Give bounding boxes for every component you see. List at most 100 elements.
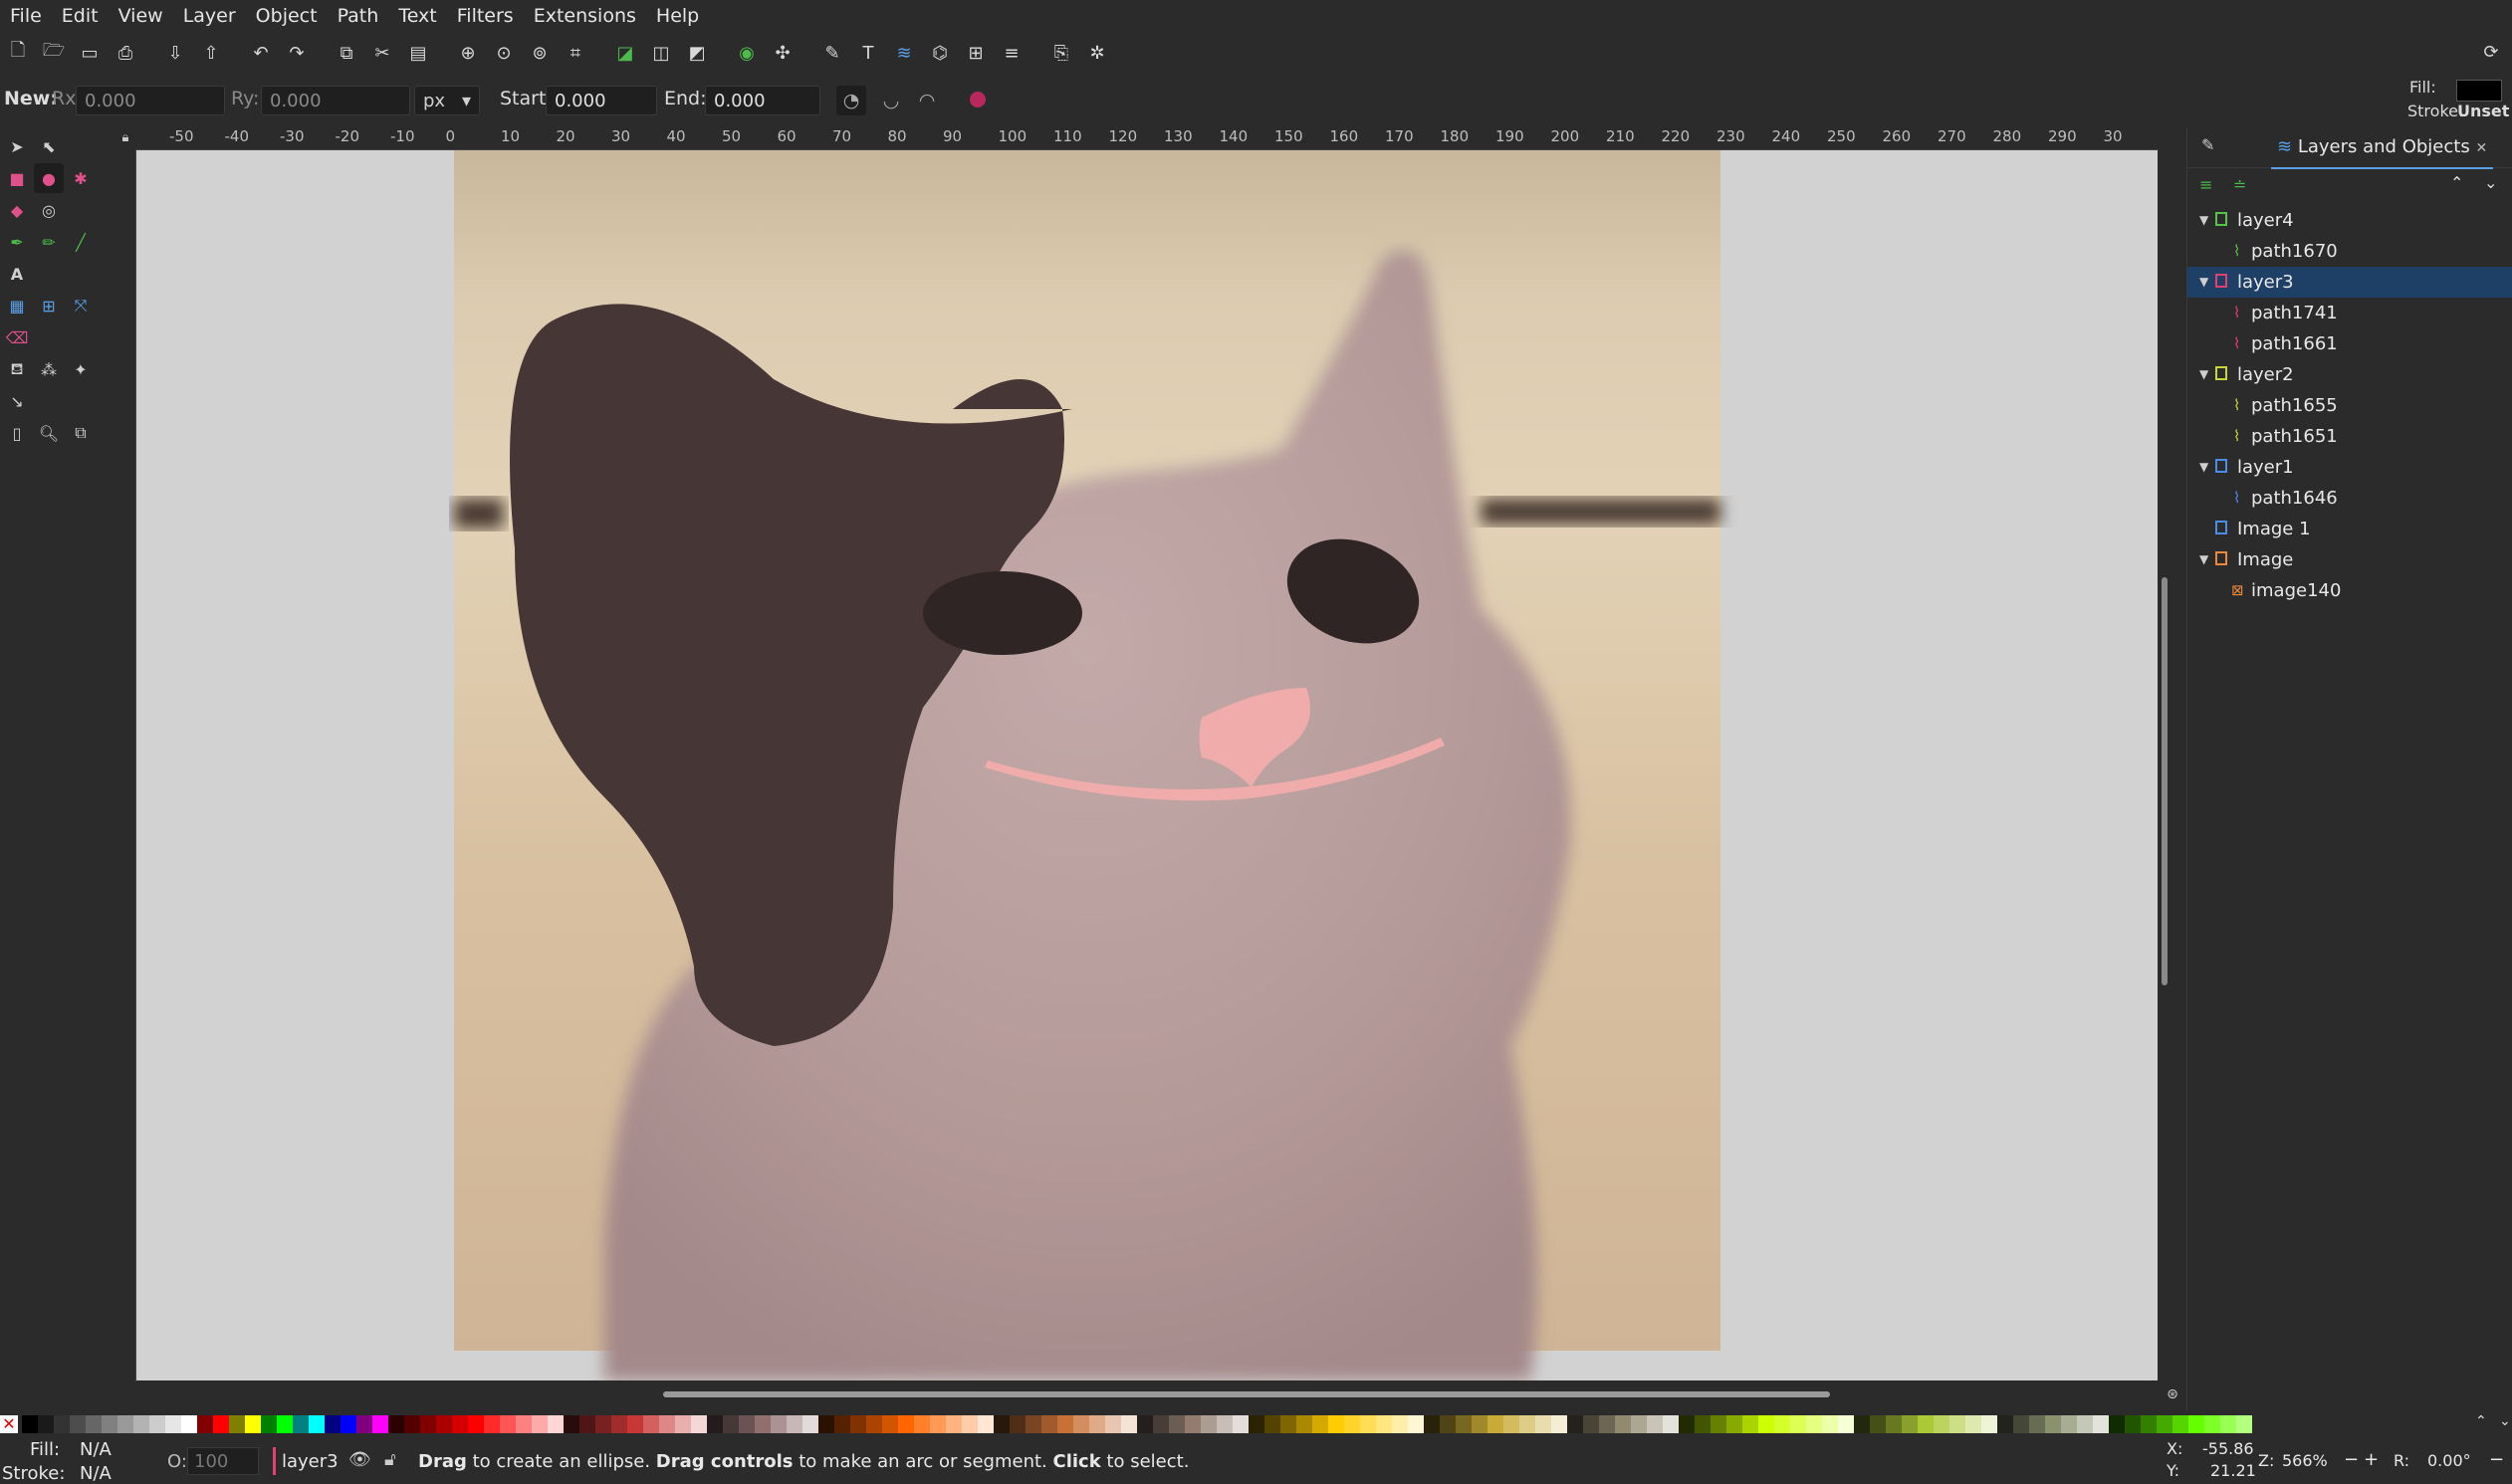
xml-editor-icon[interactable]: ⌬: [922, 35, 958, 71]
palette-swatch[interactable]: [2029, 1415, 2045, 1433]
tree-item-path1646[interactable]: ⌇ path1646: [2187, 483, 2512, 514]
palette-swatch[interactable]: [994, 1415, 1010, 1433]
palette-swatch[interactable]: [229, 1415, 245, 1433]
palette-swatch[interactable]: [1615, 1415, 1631, 1433]
expand-arrow-icon[interactable]: ▼: [2199, 359, 2208, 390]
zoom-page-width-icon[interactable]: ⌗: [558, 35, 593, 71]
tab-layers-objects[interactable]: ≋ Layers and Objects ✕: [2271, 127, 2494, 169]
palette-swatch[interactable]: [1599, 1415, 1615, 1433]
move-down-icon[interactable]: ⌄: [2484, 173, 2497, 192]
menu-text[interactable]: Text: [388, 5, 446, 27]
palette-swatch[interactable]: [595, 1415, 611, 1433]
palette-swatch[interactable]: [1997, 1415, 2013, 1433]
close-tab-icon[interactable]: ✕: [2475, 140, 2487, 156]
rotate-minus-icon[interactable]: −: [2489, 1449, 2504, 1470]
palette-swatch[interactable]: [70, 1415, 86, 1433]
palette-swatch[interactable]: [1201, 1415, 1217, 1433]
palette-swatch[interactable]: [675, 1415, 691, 1433]
palette-swatch[interactable]: [1806, 1415, 1822, 1433]
expand-arrow-icon[interactable]: ▼: [2199, 544, 2208, 575]
slice-type-icon[interactable]: ◔: [836, 86, 866, 115]
unit-select[interactable]: px ▾: [414, 86, 480, 115]
palette-swatch[interactable]: [1217, 1415, 1233, 1433]
palette-swatch[interactable]: [1010, 1415, 1026, 1433]
arc-type-icon[interactable]: ◡: [876, 86, 906, 115]
palette-swatch[interactable]: [787, 1415, 802, 1433]
palette-swatch[interactable]: [962, 1415, 978, 1433]
palette-swatch[interactable]: [1758, 1415, 1774, 1433]
palette-swatch[interactable]: [1981, 1415, 1997, 1433]
menu-filters[interactable]: Filters: [447, 5, 524, 27]
palette-swatch[interactable]: [2157, 1415, 2172, 1433]
palette-swatch[interactable]: [755, 1415, 771, 1433]
chord-type-icon[interactable]: ◠: [912, 86, 942, 115]
opacity-field[interactable]: 100: [187, 1447, 259, 1475]
palette-swatch[interactable]: [627, 1415, 643, 1433]
palette-swatch[interactable]: [1886, 1415, 1902, 1433]
palette-swatch[interactable]: [356, 1415, 372, 1433]
palette-swatch[interactable]: [1822, 1415, 1838, 1433]
zoom-drawing-icon[interactable]: ⊙: [486, 35, 522, 71]
fill-swatch[interactable]: [2456, 80, 2502, 102]
palette-swatch[interactable]: [1073, 1415, 1089, 1433]
palette-swatch[interactable]: [1854, 1415, 1870, 1433]
palette-swatch[interactable]: [1663, 1415, 1679, 1433]
zoom-value[interactable]: 566%: [2282, 1451, 2328, 1470]
path1651[interactable]: [923, 571, 1082, 655]
zoom-in-icon[interactable]: +: [2364, 1449, 2379, 1470]
palette-swatch[interactable]: [516, 1415, 532, 1433]
palette-swatch[interactable]: [1392, 1415, 1408, 1433]
tree-item-layer1[interactable]: ▼ layer1: [2187, 452, 2512, 483]
color-manage-icon[interactable]: ⊛: [2159, 1381, 2186, 1407]
paint-bucket-tool-icon[interactable]: ⛾: [2, 354, 32, 384]
palette-swatch[interactable]: [532, 1415, 548, 1433]
open-icon[interactable]: 🗁: [36, 35, 72, 71]
palette-swatch[interactable]: [500, 1415, 516, 1433]
palette-swatch[interactable]: [866, 1415, 882, 1433]
no-paint-swatch[interactable]: ✕: [0, 1415, 18, 1433]
palette-swatch[interactable]: [802, 1415, 818, 1433]
palette-swatch[interactable]: [1567, 1415, 1583, 1433]
fill-stroke-tab-icon[interactable]: ✎: [2201, 135, 2225, 159]
palette-swatch[interactable]: [1360, 1415, 1376, 1433]
palette-swatch[interactable]: [1233, 1415, 1249, 1433]
end-field[interactable]: 0.000: [705, 86, 820, 115]
palette-swatch[interactable]: [2204, 1415, 2220, 1433]
tree-item-path1661[interactable]: ⌇ path1661: [2187, 328, 2512, 359]
palette-swatch[interactable]: [850, 1415, 866, 1433]
current-layer-name[interactable]: layer3: [282, 1451, 339, 1472]
palette-swatch[interactable]: [181, 1415, 197, 1433]
palette-swatch[interactable]: [1456, 1415, 1472, 1433]
measure-tool-icon[interactable]: ⧉: [66, 418, 96, 448]
palette-swatch[interactable]: [309, 1415, 325, 1433]
paste-icon[interactable]: ▤: [400, 35, 436, 71]
palette-swatch[interactable]: [1312, 1415, 1328, 1433]
palette-swatch[interactable]: [611, 1415, 627, 1433]
palette-swatch[interactable]: [1726, 1415, 1742, 1433]
palette-swatch[interactable]: [1790, 1415, 1806, 1433]
export-icon[interactable]: ⇧: [193, 35, 229, 71]
tree-item-image-1[interactable]: Image 1: [2187, 514, 2512, 544]
redo-icon[interactable]: ↷: [279, 35, 315, 71]
spiral-tool-icon[interactable]: ◎: [34, 195, 64, 225]
objects-icon[interactable]: ≡: [994, 35, 1029, 71]
palette-swatch[interactable]: [86, 1415, 102, 1433]
canvas[interactable]: [136, 150, 2158, 1380]
layer-lock-icon[interactable]: 🔓︎: [384, 1449, 396, 1470]
new-document-icon[interactable]: 🗋: [0, 35, 36, 71]
palette-swatch[interactable]: [2013, 1415, 2029, 1433]
palette-swatch[interactable]: [38, 1415, 54, 1433]
dropper-tool-icon[interactable]: ⤧: [66, 291, 96, 320]
palette-swatch[interactable]: [1249, 1415, 1264, 1433]
layers-icon[interactable]: ≋: [886, 35, 922, 71]
palette-swatch[interactable]: [1583, 1415, 1599, 1433]
selector-tool-icon[interactable]: ➤: [2, 131, 32, 161]
save-icon[interactable]: ▭: [72, 35, 108, 71]
palette-swatch[interactable]: [117, 1415, 133, 1433]
palette-swatch[interactable]: [771, 1415, 787, 1433]
palette-swatch[interactable]: [643, 1415, 659, 1433]
palette-swatch[interactable]: [1264, 1415, 1280, 1433]
palette-swatch[interactable]: [325, 1415, 341, 1433]
palette-swatch[interactable]: [2236, 1415, 2252, 1433]
3dbox-tool-icon[interactable]: ◆: [2, 195, 32, 225]
